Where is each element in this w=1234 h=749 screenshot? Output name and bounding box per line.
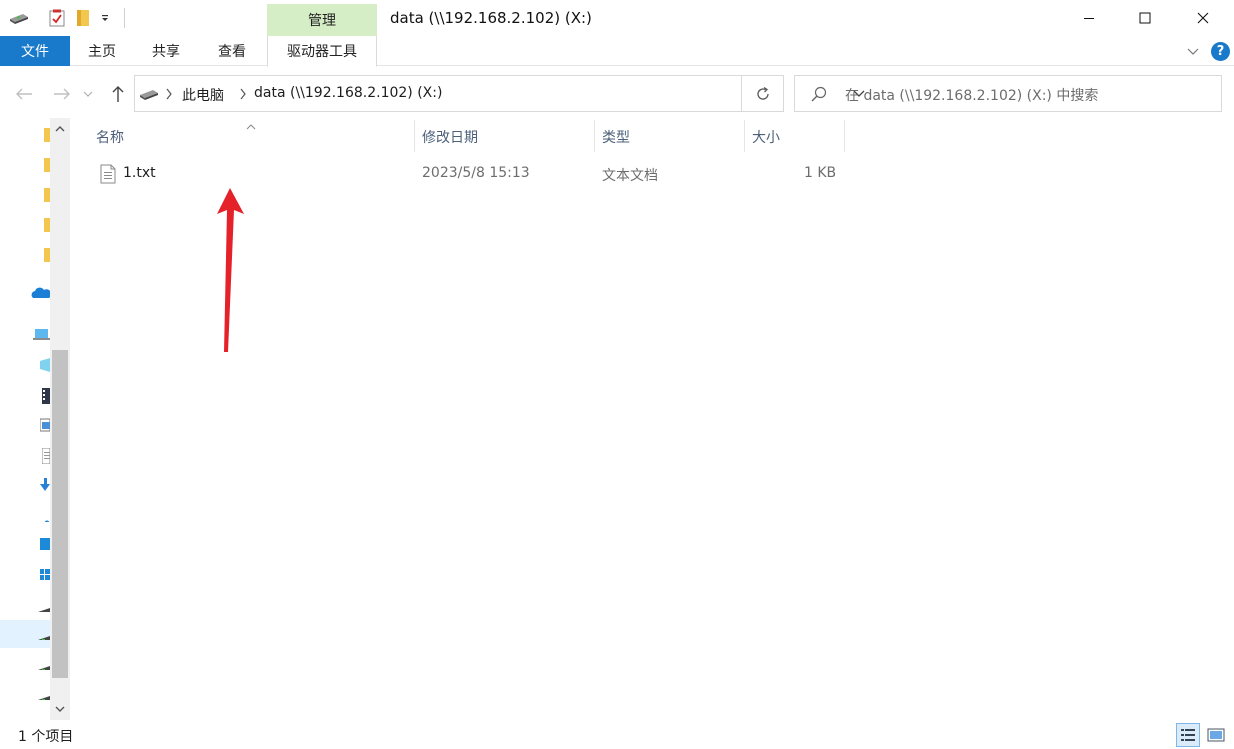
folder-icon[interactable] bbox=[72, 8, 94, 28]
up-button[interactable] bbox=[106, 82, 130, 106]
scroll-up-button[interactable] bbox=[53, 122, 67, 136]
tab-home[interactable]: 主页 bbox=[74, 36, 130, 66]
red-arrow-icon bbox=[214, 186, 246, 360]
maximize-icon bbox=[1139, 12, 1151, 24]
properties-check-icon[interactable] bbox=[46, 8, 68, 28]
back-button[interactable] bbox=[12, 82, 36, 106]
minimize-button[interactable] bbox=[1066, 0, 1112, 36]
maximize-button[interactable] bbox=[1122, 0, 1168, 36]
network-drive-icon[interactable] bbox=[8, 8, 30, 28]
search-icon bbox=[811, 86, 827, 106]
search-box[interactable]: 在 data (\\192.168.2.102) (X:) 中搜索 bbox=[794, 75, 1222, 112]
column-divider[interactable] bbox=[744, 120, 745, 152]
column-divider[interactable] bbox=[594, 120, 595, 152]
breadcrumb-this-pc[interactable]: 此电脑 bbox=[182, 85, 224, 105]
toolbar-divider bbox=[124, 8, 125, 28]
file-name[interactable]: 1.txt bbox=[123, 165, 156, 181]
column-header-size[interactable]: 大小 bbox=[752, 122, 842, 152]
customize-dropdown-icon[interactable] bbox=[94, 8, 116, 28]
nav-pane-scrollbar[interactable] bbox=[50, 118, 70, 720]
column-divider[interactable] bbox=[414, 120, 415, 152]
breadcrumb-current-drive[interactable]: data (\\192.168.2.102) (X:) bbox=[254, 85, 442, 101]
pictures-icon[interactable] bbox=[40, 418, 50, 432]
column-header-type[interactable]: 类型 bbox=[602, 122, 742, 152]
network-drive-icon[interactable] bbox=[38, 692, 50, 700]
help-button[interactable]: ? bbox=[1211, 42, 1230, 61]
chevron-down-icon bbox=[55, 706, 65, 712]
videos-icon[interactable] bbox=[42, 388, 50, 404]
refresh-icon bbox=[756, 86, 769, 100]
column-header-modified[interactable]: 修改日期 bbox=[422, 122, 592, 152]
breadcrumb-separator-icon[interactable] bbox=[165, 88, 173, 104]
scroll-down-button[interactable] bbox=[53, 702, 67, 716]
onedrive-icon[interactable] bbox=[30, 286, 50, 300]
scroll-thumb[interactable] bbox=[52, 350, 68, 678]
network-drive-icon bbox=[139, 87, 159, 105]
tab-manage[interactable]: 管理 bbox=[267, 4, 377, 36]
details-view-icon bbox=[1181, 729, 1195, 741]
network-drive-icon[interactable] bbox=[38, 632, 50, 640]
this-pc-icon[interactable] bbox=[32, 328, 50, 342]
documents-icon[interactable] bbox=[42, 448, 50, 464]
address-bar[interactable]: 此电脑 data (\\192.168.2.102) (X:) bbox=[134, 75, 865, 112]
recent-locations-button[interactable] bbox=[80, 82, 96, 106]
ribbon-expand-button[interactable] bbox=[1184, 42, 1202, 60]
desktop-icon[interactable] bbox=[40, 538, 50, 552]
recent-dropdown-icon bbox=[83, 91, 93, 97]
text-file-icon bbox=[100, 164, 116, 188]
close-icon bbox=[1197, 12, 1209, 24]
tab-drive-tools[interactable]: 驱动器工具 bbox=[267, 36, 377, 67]
up-arrow-icon bbox=[112, 86, 124, 102]
3d-objects-icon[interactable] bbox=[40, 358, 50, 372]
file-size: 1 KB bbox=[804, 165, 837, 181]
minimize-icon bbox=[1084, 18, 1094, 19]
chevron-up-icon bbox=[55, 126, 65, 132]
tab-view[interactable]: 查看 bbox=[204, 36, 260, 66]
back-arrow-icon bbox=[16, 88, 32, 100]
column-divider[interactable] bbox=[844, 120, 845, 152]
file-row[interactable]: 1.txt 2023/5/8 15:13 文本文档 1 KB bbox=[88, 160, 848, 188]
close-button[interactable] bbox=[1180, 0, 1226, 36]
search-placeholder: 在 data (\\192.168.2.102) (X:) 中搜索 bbox=[845, 88, 1099, 104]
network-drive-icon[interactable] bbox=[38, 662, 50, 670]
refresh-button[interactable] bbox=[742, 75, 784, 112]
forward-button[interactable] bbox=[50, 82, 74, 106]
ribbon-tabs: 文件 主页 共享 查看 驱动器工具 ? bbox=[0, 36, 1234, 67]
drive-icon[interactable] bbox=[38, 604, 50, 612]
windows-drive-icon[interactable] bbox=[40, 568, 50, 582]
window-title: data (\\192.168.2.102) (X:) bbox=[390, 9, 592, 27]
tab-share[interactable]: 共享 bbox=[138, 36, 194, 66]
large-icons-view-button[interactable] bbox=[1204, 723, 1228, 747]
tab-file[interactable]: 文件 bbox=[0, 36, 70, 66]
large-icons-view-icon bbox=[1207, 728, 1225, 742]
file-type: 文本文档 bbox=[602, 168, 658, 184]
title-bar: 管理 data (\\192.168.2.102) (X:) bbox=[0, 0, 1234, 36]
details-view-button[interactable] bbox=[1176, 723, 1200, 747]
column-header-name[interactable]: 名称 bbox=[96, 122, 412, 152]
file-modified: 2023/5/8 15:13 bbox=[422, 165, 530, 181]
status-bar: 1 个项目 bbox=[0, 722, 1234, 749]
breadcrumb-separator-icon[interactable] bbox=[239, 88, 247, 104]
downloads-icon[interactable] bbox=[40, 478, 50, 492]
item-count: 1 个项目 bbox=[18, 729, 74, 745]
forward-arrow-icon bbox=[54, 88, 70, 100]
chevron-down-icon bbox=[1187, 48, 1199, 55]
